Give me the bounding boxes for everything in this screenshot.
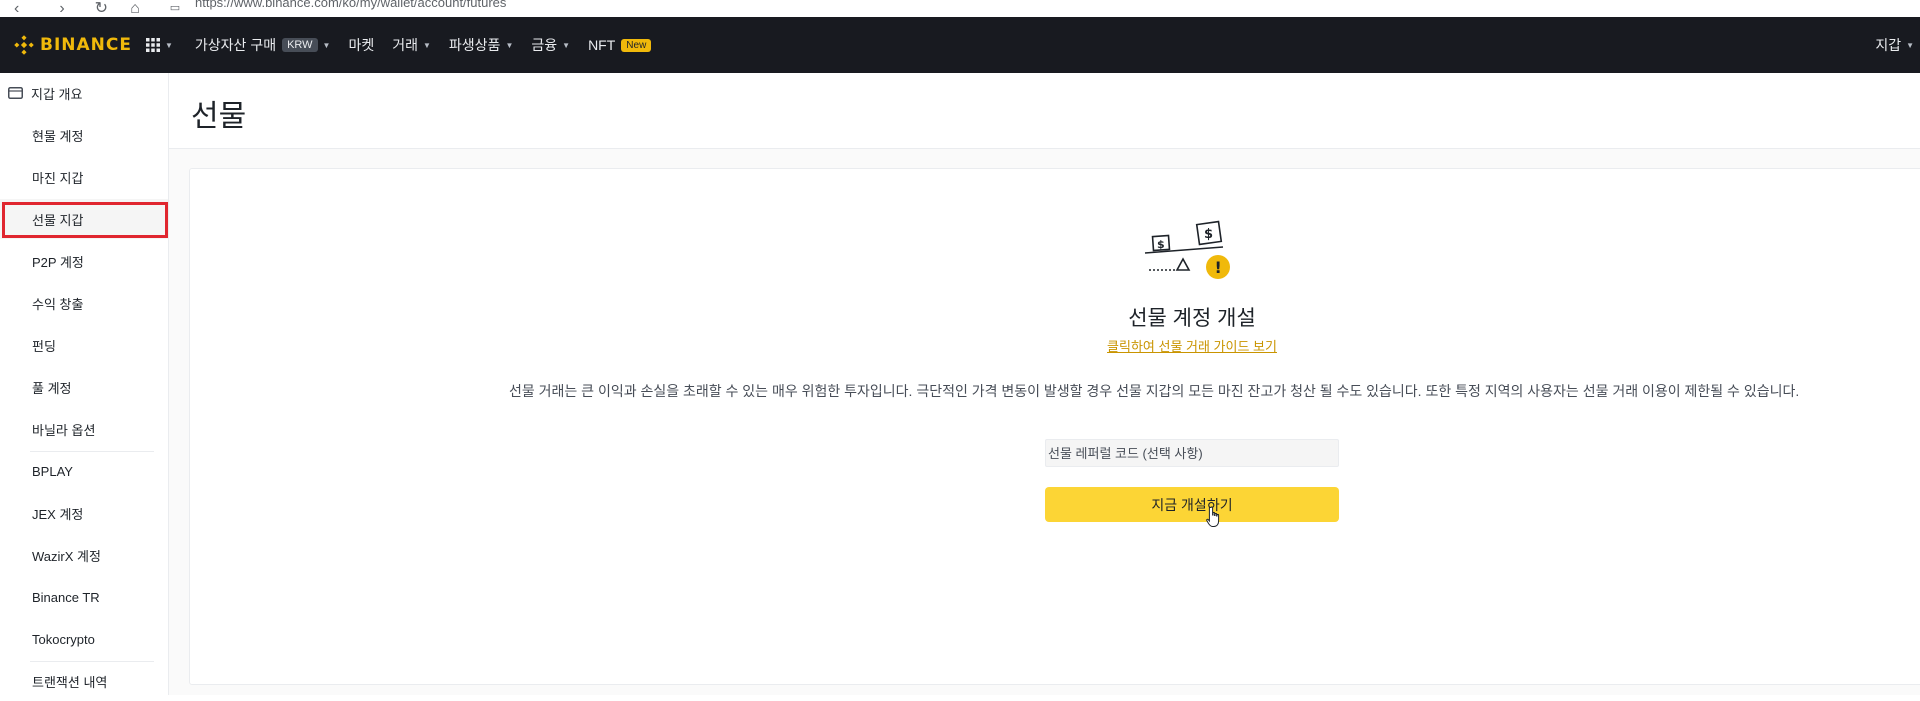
top-navigation: BINANCE ▼ 가상자산 구매 KRW ▼ 마켓 거래 ▼ 파생상품 ▼ 금… [0,17,1920,73]
nav-markets[interactable]: 마켓 [348,35,374,55]
sidebar-item-bplay[interactable]: BPLAY [0,451,168,491]
svg-text:!: ! [1215,258,1222,277]
sidebar-item-label: P2P 계정 [32,254,84,270]
new-badge: New [621,38,652,52]
svg-text:$: $ [1157,238,1165,251]
sidebar-item-label: 트랜잭션 내역 [32,674,108,690]
sidebar-item-label: BPLAY [32,463,73,479]
sidebar-item-pool[interactable]: 풀 계정 [0,367,168,407]
sidebar-item-label: JEX 계정 [32,506,84,522]
sidebar-item-wazirx[interactable]: WazirX 계정 [0,535,168,575]
apps-menu[interactable]: ▼ [145,38,173,52]
sidebar-item-funding[interactable]: 펀딩 [0,325,168,365]
binance-diamond-icon [14,35,34,55]
wallet-sidebar: 지갑 개요 현물 계정 마진 지갑 선물 지갑 P2P 계정 수익 창출 펀딩 … [0,73,169,695]
nav-label: 지갑 [1875,37,1902,53]
page-info-icon[interactable]: ▭ [170,3,180,14]
sidebar-item-label: 펀딩 [32,338,56,354]
page-header: 선물 [169,73,1920,149]
risk-warning-text: 선물 거래는 큰 이익과 손실을 초래할 수 있는 매우 위험한 투자입니다. … [509,383,1800,399]
nav-nft[interactable]: NFT New [588,37,652,53]
nav-label: 금융 [531,37,558,53]
sidebar-item-vanilla-options[interactable]: 바닐라 옵션 [0,409,168,449]
chevron-down-icon: ▼ [1906,40,1914,50]
nav-label: 마켓 [348,37,375,53]
sidebar-item-label: Binance TR [32,589,100,605]
sidebar-item-label: 풀 계정 [32,380,72,396]
sidebar-item-margin[interactable]: 마진 지갑 [0,157,168,197]
browser-toolbar: ‹ › ↻ ⌂ ▭ https://www.binance.com/ko/my/… [0,0,1920,18]
sidebar-item-label: 현물 계정 [32,128,84,144]
sidebar-item-label: Tokocrypto [32,631,95,647]
sidebar-item-jex[interactable]: JEX 계정 [0,493,168,533]
hand-cursor-icon [1206,506,1220,527]
sidebar-item-label: 선물 지갑 [32,212,84,228]
sidebar-item-binance-tr[interactable]: Binance TR [0,577,168,617]
nav-derivatives[interactable]: 파생상품 ▼ [449,35,513,55]
page-title: 선물 [191,100,247,133]
nav-label: 파생상품 [448,37,501,53]
sidebar-item-label: 마진 지갑 [32,170,84,186]
chevron-down-icon: ▼ [423,40,431,50]
chevron-down-icon: ▼ [505,40,514,50]
sidebar-item-overview[interactable]: 지갑 개요 [0,73,168,113]
forward-icon[interactable]: › [59,0,64,17]
grid-icon [145,38,160,52]
nav-buy-crypto[interactable]: 가상자산 구매 KRW ▼ [195,35,331,55]
chevron-down-icon: ▼ [164,40,173,50]
nav-wallet[interactable]: 지갑 ▼ [1875,35,1914,55]
sidebar-item-label: 지갑 개요 [31,86,83,102]
nav-finance[interactable]: 금융 ▼ [531,35,570,55]
sidebar-item-tokocrypto[interactable]: Tokocrypto [0,619,168,659]
currency-badge: KRW [282,38,318,52]
sidebar-item-earn[interactable]: 수익 창출 [0,283,168,323]
open-now-button[interactable]: 지금 개설하기 [1045,487,1339,522]
nav-label: 가상자산 구매 [194,37,277,53]
sidebar-item-p2p[interactable]: P2P 계정 [0,241,168,281]
sidebar-item-transactions[interactable]: 트랜잭션 내역 [0,661,168,701]
sidebar-item-label: 수익 창출 [32,296,84,312]
binance-logo[interactable]: BINANCE [14,35,132,55]
scale-illustration-icon: $ $ ! [1144,220,1230,279]
sidebar-item-label: 바닐라 옵션 [32,422,96,438]
open-account-heading: 선물 계정 개설 [1128,307,1256,330]
futures-open-card [189,168,1920,685]
referral-code-input[interactable] [1045,439,1339,467]
address-bar[interactable]: https://www.binance.com/ko/my/wallet/acc… [195,0,506,10]
reload-icon[interactable]: ↻ [95,0,108,17]
brand-name: BINANCE [40,35,132,55]
nav-label: 거래 [392,37,418,53]
home-icon[interactable]: ⌂ [130,0,140,17]
sidebar-item-spot[interactable]: 현물 계정 [0,115,168,155]
nav-label: NFT [588,37,616,53]
futures-guide-link[interactable]: 클릭하여 선물 거래 가이드 보기 [1050,336,1334,355]
chevron-down-icon: ▼ [322,40,331,50]
nav-trade[interactable]: 거래 ▼ [392,35,431,55]
wallet-icon [8,87,23,99]
svg-text:$: $ [1204,227,1213,242]
chevron-down-icon: ▼ [562,40,571,50]
back-icon[interactable]: ‹ [14,0,19,17]
sidebar-item-futures[interactable]: 선물 지갑 [0,199,168,239]
sidebar-item-label: WazirX 계정 [32,548,101,564]
